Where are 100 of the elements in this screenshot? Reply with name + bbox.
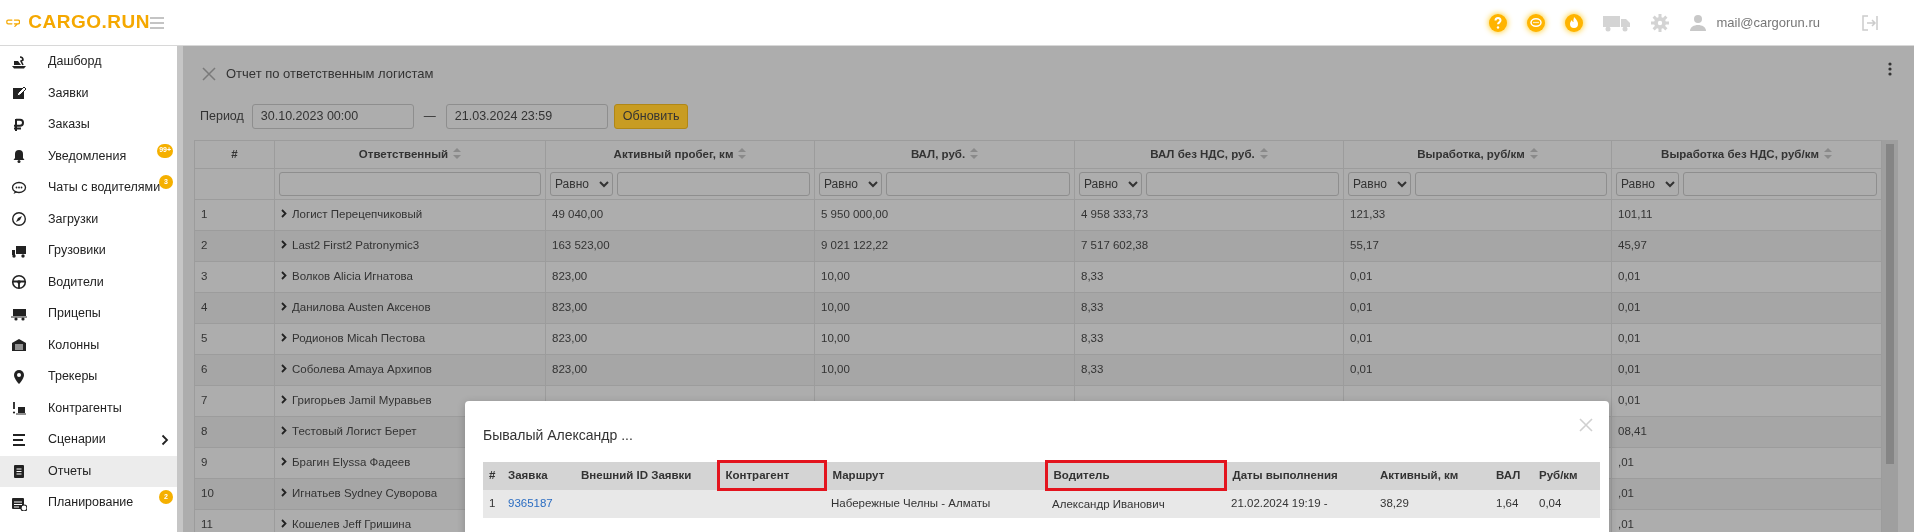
filter-field[interactable] <box>279 172 541 196</box>
chevron-right-icon[interactable] <box>281 364 287 374</box>
logist-name: Игнатьев Sydney Суворова <box>292 487 438 500</box>
sort-icon[interactable] <box>970 147 979 159</box>
operator-select[interactable]: Равно <box>550 172 613 196</box>
logout-icon[interactable] <box>1860 12 1880 33</box>
table-cell: Набережные Челны - Алматы <box>831 496 991 509</box>
operator-select[interactable]: Равно <box>819 172 882 196</box>
logist-name: Тестовый Логист Берет <box>292 425 417 438</box>
sidebar-label: Трекеры <box>48 368 98 386</box>
table-cell: 10,00 <box>821 363 850 376</box>
column-header[interactable]: Ответственный <box>358 147 449 160</box>
sidebar-item[interactable]: Сценарии <box>0 424 177 456</box>
column-header[interactable]: # <box>231 147 238 160</box>
sidebar-label: Заказы <box>48 116 90 134</box>
column-header[interactable]: ВАЛ, руб. <box>910 147 966 160</box>
sort-icon[interactable] <box>453 147 462 159</box>
table-cell: 7 <box>201 394 208 407</box>
logist-name: Брагин Elyssa Фадеев <box>292 456 411 469</box>
date-to-field[interactable]: 21.03.2024 23:59 <box>445 103 608 129</box>
table-cell: 0,04 <box>1539 496 1562 509</box>
table-cell: 49 040,00 <box>552 208 604 221</box>
chevron-right-icon[interactable] <box>281 488 287 498</box>
operator-select[interactable]: Равно <box>1616 172 1679 196</box>
help-icon[interactable] <box>1488 12 1509 33</box>
filter-field[interactable] <box>617 172 810 196</box>
filter-field[interactable] <box>886 172 1070 196</box>
sidebar-label: Заявки <box>48 84 89 102</box>
scrollbar[interactable] <box>1882 140 1898 532</box>
column-header: Заявка <box>502 461 575 490</box>
table-cell: 0,01 <box>1350 363 1373 376</box>
sidebar-item[interactable]: Прицепы <box>0 298 177 330</box>
user-icon[interactable] <box>1688 12 1709 33</box>
sort-icon[interactable] <box>1529 147 1538 159</box>
filter-field[interactable] <box>1683 172 1877 196</box>
column-header[interactable]: Выработка, руб/км <box>1417 147 1525 160</box>
table-cell: 9 021 122,22 <box>821 239 889 252</box>
ruble-icon <box>11 116 27 133</box>
chevron-right-icon[interactable] <box>281 271 287 281</box>
chevron-right-icon[interactable] <box>281 240 287 250</box>
filter-field[interactable] <box>1146 172 1339 196</box>
table-cell: 163 523,00 <box>552 239 610 252</box>
settings-icon[interactable] <box>1650 12 1671 33</box>
operator-select[interactable]: Равно <box>1079 172 1142 196</box>
steering-wheel-icon <box>11 274 27 291</box>
sidebar-item[interactable]: Загрузки <box>0 203 177 235</box>
column-header: Даты выполнения <box>1225 461 1374 490</box>
sidebar-item[interactable]: Водители <box>0 266 177 298</box>
sidebar-label: Планирование <box>48 494 134 512</box>
chevron-right-icon[interactable] <box>281 519 287 529</box>
table-cell: 4 958 333,73 <box>1081 208 1149 221</box>
sort-icon[interactable] <box>738 147 747 159</box>
table-cell: 0,01 <box>1618 270 1641 283</box>
sidebar-label: Отчеты <box>48 462 92 480</box>
compass-icon <box>11 211 27 228</box>
sidebar-item[interactable]: Грузовики <box>0 235 177 267</box>
sidebar-label: Прицепы <box>48 305 101 323</box>
sidebar-item[interactable]: Заказы <box>0 109 177 141</box>
chevron-right-icon[interactable] <box>281 426 287 436</box>
chat-icon[interactable] <box>1526 12 1547 33</box>
sidebar-item[interactable]: Заявки <box>0 77 177 109</box>
sidebar-item[interactable]: Трекеры <box>0 361 177 393</box>
operator-select[interactable]: Равно <box>1348 172 1411 196</box>
chevron-right-icon[interactable] <box>281 333 287 343</box>
sidebar-item[interactable]: Отчеты <box>0 455 177 487</box>
chevron-right-icon[interactable] <box>281 209 287 219</box>
refresh-button[interactable]: Обновить <box>613 103 689 129</box>
filter-field[interactable] <box>1415 172 1607 196</box>
chevron-right-icon[interactable] <box>281 302 287 312</box>
flame-icon[interactable] <box>1564 12 1585 33</box>
sidebar-label: Грузовики <box>48 242 106 260</box>
sidebar-item[interactable]: Дашборд <box>0 46 177 78</box>
clipboard-icon <box>11 463 27 480</box>
table-cell: 8,33 <box>1081 270 1104 283</box>
table-cell: 5 950 000,00 <box>821 208 889 221</box>
logist-name: Last2 First2 Patronymic3 <box>292 239 420 252</box>
sidebar-label: Колонны <box>48 336 100 354</box>
date-from-field[interactable]: 30.10.2023 00:00 <box>251 103 414 129</box>
sidebar-label: Уведомления <box>48 147 127 165</box>
report-title: Отчет по ответственным логистам <box>226 65 434 84</box>
table-cell: 823,00 <box>552 363 588 376</box>
table-cell: 1 <box>201 208 208 221</box>
close-icon[interactable] <box>202 67 216 81</box>
chevron-right-icon[interactable] <box>281 457 287 467</box>
table-cell: 10 <box>201 487 214 500</box>
column-header: Руб/км <box>1533 461 1600 490</box>
more-options-icon[interactable] <box>1888 62 1892 76</box>
chat-bubble-icon <box>11 179 27 196</box>
user-email[interactable]: mail@cargorun.ru <box>1716 12 1820 33</box>
sidebar-item[interactable]: Колонны <box>0 329 177 361</box>
menu-icon[interactable] <box>150 17 164 30</box>
sort-icon[interactable] <box>1259 147 1268 159</box>
table-cell: 823,00 <box>552 332 588 345</box>
modal-title: Бывалый Александр ... <box>483 426 634 445</box>
sidebar-item[interactable]: Контрагенты <box>0 392 177 424</box>
table-cell: 0,01 <box>1618 301 1641 314</box>
chevron-right-icon[interactable] <box>281 395 287 405</box>
column-header[interactable]: ВАЛ без НДС, руб. <box>1150 147 1255 160</box>
sort-icon[interactable] <box>1823 147 1832 159</box>
sidebar-label: Сценарии <box>48 431 106 449</box>
